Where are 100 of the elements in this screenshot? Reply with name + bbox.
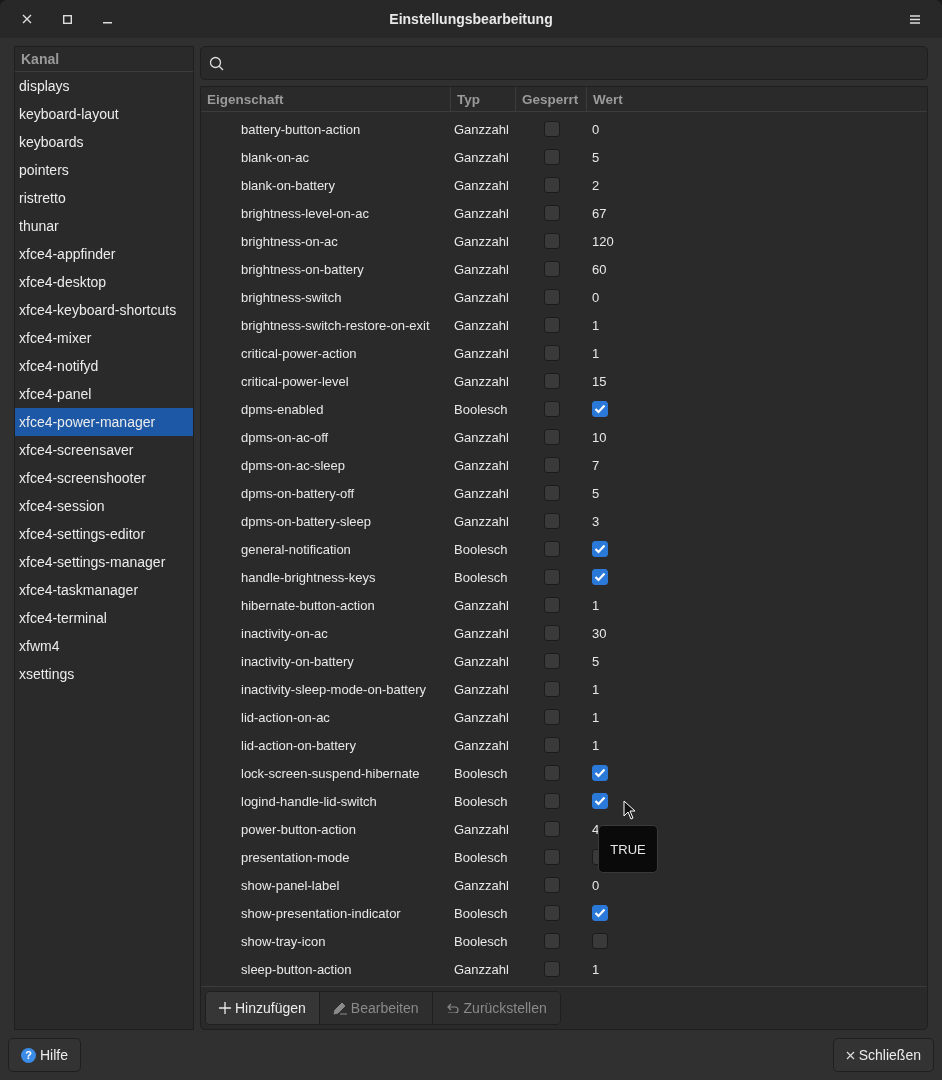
tooltip: TRUE	[598, 825, 658, 873]
locked-checkbox[interactable]	[543, 261, 560, 277]
property-name: dpms-on-ac-sleep	[240, 457, 347, 473]
property-type: Ganzzahl	[453, 485, 510, 501]
locked-checkbox[interactable]	[543, 345, 560, 361]
column-header[interactable]: Eigenschaft	[201, 87, 451, 111]
channel-item[interactable]: xfce4-notifyd	[15, 352, 193, 380]
column-header[interactable]: Typ	[451, 87, 516, 111]
value-checkbox[interactable]	[592, 933, 608, 949]
close-icon	[845, 1050, 855, 1060]
value-checkbox[interactable]	[592, 765, 608, 781]
channel-item[interactable]: xfce4-power-manager	[15, 408, 193, 436]
property-name: lid-action-on-ac	[240, 709, 331, 725]
locked-checkbox[interactable]	[543, 597, 560, 613]
checkmark-icon	[594, 908, 606, 918]
property-value: 1	[592, 961, 600, 977]
channel-item[interactable]: xfce4-panel	[15, 380, 193, 408]
locked-checkbox[interactable]	[543, 625, 560, 641]
property-type: Ganzzahl	[453, 709, 510, 725]
channel-item[interactable]: ristretto	[15, 184, 193, 212]
add-button[interactable]: Hinzufügen	[206, 992, 320, 1024]
locked-checkbox[interactable]	[543, 485, 560, 501]
locked-checkbox[interactable]	[543, 933, 560, 949]
property-name: dpms-enabled	[240, 401, 325, 417]
channel-item[interactable]: keyboard-layout	[15, 100, 193, 128]
locked-checkbox[interactable]	[543, 765, 560, 781]
channel-item[interactable]: xfce4-taskmanager	[15, 576, 193, 604]
search-field[interactable]	[200, 46, 928, 80]
locked-checkbox[interactable]	[543, 149, 560, 165]
locked-checkbox[interactable]	[543, 373, 560, 389]
locked-checkbox[interactable]	[543, 289, 560, 305]
column-header[interactable]: Gesperrt	[516, 87, 587, 111]
locked-checkbox[interactable]	[543, 569, 560, 585]
channel-item[interactable]: xfce4-screensaver	[15, 436, 193, 464]
channel-item[interactable]: xsettings	[15, 660, 193, 688]
property-name: critical-power-action	[240, 345, 358, 361]
property-name: lid-action-on-battery	[240, 737, 357, 753]
value-checkbox[interactable]	[592, 905, 608, 921]
locked-checkbox[interactable]	[543, 709, 560, 725]
channel-item[interactable]: xfwm4	[15, 632, 193, 660]
channel-item[interactable]: xfce4-desktop	[15, 268, 193, 296]
locked-checkbox[interactable]	[543, 681, 560, 697]
channel-item[interactable]: xfce4-session	[15, 492, 193, 520]
property-value: 15	[592, 373, 607, 389]
property-value: 4	[592, 821, 600, 837]
property-value: 30	[592, 625, 607, 641]
property-name: blank-on-ac	[240, 149, 310, 165]
property-name: show-panel-label	[240, 877, 341, 893]
locked-checkbox[interactable]	[543, 653, 560, 669]
channel-item[interactable]: xfce4-screenshooter	[15, 464, 193, 492]
channel-item[interactable]: xfce4-appfinder	[15, 240, 193, 268]
property-type: Ganzzahl	[453, 457, 510, 473]
property-name: inactivity-sleep-mode-on-battery	[240, 681, 427, 697]
locked-checkbox[interactable]	[543, 233, 560, 249]
column-header[interactable]: Wert	[587, 87, 927, 111]
close-icon	[22, 14, 32, 24]
locked-checkbox[interactable]	[543, 205, 560, 221]
column-header[interactable]: Kanal	[15, 47, 193, 72]
locked-checkbox[interactable]	[543, 737, 560, 753]
value-checkbox[interactable]	[592, 541, 608, 557]
channel-item[interactable]: thunar	[15, 212, 193, 240]
locked-checkbox[interactable]	[543, 457, 560, 473]
channel-item[interactable]: xfce4-mixer	[15, 324, 193, 352]
locked-checkbox[interactable]	[543, 849, 560, 865]
channel-item[interactable]: xfce4-settings-manager	[15, 548, 193, 576]
property-name: inactivity-on-battery	[240, 653, 355, 669]
locked-checkbox[interactable]	[543, 121, 560, 137]
property-type: Ganzzahl	[453, 121, 510, 137]
locked-checkbox[interactable]	[543, 541, 560, 557]
locked-checkbox[interactable]	[543, 961, 560, 977]
locked-checkbox[interactable]	[543, 401, 560, 417]
channel-item[interactable]: xfce4-keyboard-shortcuts	[15, 296, 193, 324]
property-type: Boolesch	[453, 541, 509, 557]
value-checkbox[interactable]	[592, 401, 608, 417]
channel-item[interactable]: displays	[15, 72, 193, 100]
checkmark-icon	[594, 404, 606, 414]
locked-checkbox[interactable]	[543, 513, 560, 529]
locked-checkbox[interactable]	[543, 877, 560, 893]
value-checkbox[interactable]	[592, 793, 608, 809]
channel-item[interactable]: xfce4-settings-editor	[15, 520, 193, 548]
property-type: Ganzzahl	[453, 653, 510, 669]
locked-checkbox[interactable]	[543, 793, 560, 809]
locked-checkbox[interactable]	[543, 821, 560, 837]
value-checkbox[interactable]	[592, 569, 608, 585]
property-value: 60	[592, 261, 607, 277]
property-type: Ganzzahl	[453, 625, 510, 641]
channel-item[interactable]: keyboards	[15, 128, 193, 156]
plus-icon	[219, 1002, 231, 1014]
channel-item[interactable]: pointers	[15, 156, 193, 184]
property-value: 120	[592, 233, 614, 249]
property-type: Ganzzahl	[453, 877, 510, 893]
property-type: Ganzzahl	[453, 289, 510, 305]
help-button[interactable]: ? Hilfe	[8, 1038, 81, 1072]
channel-item[interactable]: xfce4-terminal	[15, 604, 193, 632]
locked-checkbox[interactable]	[543, 177, 560, 193]
property-type: Ganzzahl	[453, 149, 510, 165]
locked-checkbox[interactable]	[543, 429, 560, 445]
locked-checkbox[interactable]	[543, 905, 560, 921]
close-dialog-button[interactable]: Schließen	[832, 1038, 934, 1072]
locked-checkbox[interactable]	[543, 317, 560, 333]
